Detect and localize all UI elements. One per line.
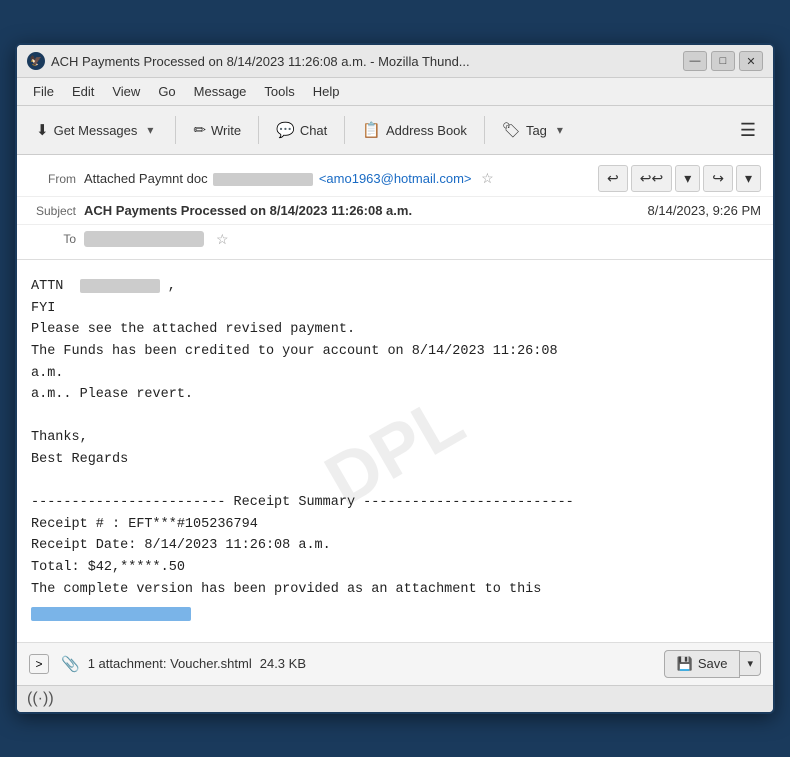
attachment-info: > 📎 1 attachment: Voucher.shtml 24.3 KB [29,654,306,674]
email-content: ATTN , FYI Please see the attached revis… [31,276,759,626]
receipt-date: Receipt Date: 8/14/2023 11:26:08 a.m. [31,535,759,557]
menu-help[interactable]: Help [305,81,348,102]
minimize-button[interactable]: — [683,51,707,71]
subject-value: ACH Payments Processed on 8/14/2023 11:2… [84,203,648,218]
address-book-icon: 📋 [362,121,381,139]
email-reply-actions: ↩ ↩↩ ▾ ↪ ▾ [598,165,761,192]
toolbar-divider-4 [484,116,485,144]
address-book-label: Address Book [386,123,467,138]
email-header: From Attached Paymnt doc <amo1963@hotmai… [17,155,773,260]
body-line-9: Best Regards [31,449,759,471]
attachment-name[interactable]: 1 attachment: Voucher.shtml [88,656,252,671]
forward-button[interactable]: ↪ [703,165,733,192]
menu-file[interactable]: File [25,81,62,102]
get-messages-dropdown[interactable]: ▾ [142,117,158,143]
to-label: To [29,232,84,246]
menu-message[interactable]: Message [186,81,255,102]
to-address-blurred [84,231,204,247]
app-icon: 🦅 [27,52,45,70]
body-line-4: The Funds has been credited to your acco… [31,341,759,363]
to-row: To ☆ [17,225,773,253]
body-line-8: Thanks, [31,427,759,449]
save-main-button[interactable]: 💾 Save [664,650,741,678]
close-button[interactable]: ✕ [739,51,763,71]
hamburger-menu-button[interactable]: ☰ [731,114,765,147]
address-book-button[interactable]: 📋 Address Book [351,115,478,145]
write-icon: ✏ [193,121,206,139]
body-line-7 [31,406,759,428]
wifi-icon: ((·)) [27,690,54,708]
attachment-paperclip-icon: 📎 [61,655,80,673]
forward-dropdown[interactable]: ▾ [736,165,761,192]
receipt-total: Total: $42,*****.50 [31,557,759,579]
save-dropdown-button[interactable]: ▾ [740,651,761,676]
from-name-blurred [213,173,313,186]
subject-label: Subject [29,204,84,218]
menu-view[interactable]: View [104,81,148,102]
window-controls: — □ ✕ [683,51,763,71]
from-name-text: Attached Paymnt doc [84,171,208,186]
reply-dropdown[interactable]: ▾ [675,165,700,192]
attn-line: ATTN , [31,276,759,298]
to-star-icon[interactable]: ☆ [216,231,229,248]
receipt-number: Receipt # : EFT***#105236794 [31,514,759,536]
body-line-2: FYI [31,298,759,320]
menu-go[interactable]: Go [150,81,183,102]
reply-button[interactable]: ↩ [598,165,628,192]
tag-dropdown[interactable]: ▾ [552,117,568,143]
reply-all-button[interactable]: ↩↩ [631,165,672,192]
toolbar-divider-1 [175,116,176,144]
menu-bar: File Edit View Go Message Tools Help [17,78,773,106]
body-line-5: a.m. [31,363,759,385]
toolbar-divider-3 [344,116,345,144]
email-body: DPL ATTN , FYI Please see the attached r… [17,260,773,642]
body-line-3: Please see the attached revised payment. [31,319,759,341]
expand-attachments-button[interactable]: > [29,654,49,674]
from-name: Attached Paymnt doc [84,171,319,186]
chat-label: Chat [300,123,327,138]
from-star-icon[interactable]: ☆ [481,170,494,186]
save-label: Save [698,656,728,671]
toolbar-divider-2 [258,116,259,144]
bottom-link-blur [31,604,759,626]
from-row: From Attached Paymnt doc <amo1963@hotmai… [17,161,773,197]
from-value: Attached Paymnt doc <amo1963@hotmail.com… [84,170,598,187]
maximize-button[interactable]: □ [711,51,735,71]
title-bar: 🦅 ACH Payments Processed on 8/14/2023 11… [17,45,773,78]
get-messages-button[interactable]: ⬇ Get Messages ▾ [25,111,169,149]
attachment-bar: > 📎 1 attachment: Voucher.shtml 24.3 KB … [17,642,773,685]
recipient-name-blurred [80,279,160,293]
write-label: Write [211,123,241,138]
body-line-10 [31,471,759,493]
receipt-complete: The complete version has been provided a… [31,579,759,601]
thunderbird-window: 🦅 ACH Payments Processed on 8/14/2023 11… [15,43,775,714]
subject-row: Subject ACH Payments Processed on 8/14/2… [17,197,773,225]
write-button[interactable]: ✏ Write [182,115,252,145]
receipt-divider: ------------------------ Receipt Summary… [31,492,759,514]
from-label: From [29,172,84,186]
window-title: ACH Payments Processed on 8/14/2023 11:2… [51,54,470,69]
chat-button[interactable]: 💬 Chat [265,115,338,145]
body-line-6: a.m.. Please revert. [31,384,759,406]
attachment-size: 24.3 KB [260,656,306,671]
get-messages-icon: ⬇ [36,121,49,139]
email-date: 8/14/2023, 9:26 PM [648,203,761,218]
menu-edit[interactable]: Edit [64,81,102,102]
save-icon: 💾 [677,656,693,672]
to-field: ☆ [84,231,229,248]
from-email[interactable]: <amo1963@hotmail.com> [319,171,472,186]
get-messages-label: Get Messages [54,123,138,138]
status-bar: ((·)) [17,685,773,712]
menu-tools[interactable]: Tools [256,81,302,102]
tag-button[interactable]: 🏷 Tag ▾ [491,111,579,149]
tag-label: Tag [526,123,547,138]
main-toolbar: ⬇ Get Messages ▾ ✏ Write 💬 Chat 📋 Addres… [17,106,773,155]
attachment-link-blurred[interactable] [31,607,191,621]
save-button-group: 💾 Save ▾ [664,650,761,678]
chat-icon: 💬 [276,121,295,139]
tag-icon: 🏷 [502,121,521,139]
title-bar-left: 🦅 ACH Payments Processed on 8/14/2023 11… [27,52,683,70]
